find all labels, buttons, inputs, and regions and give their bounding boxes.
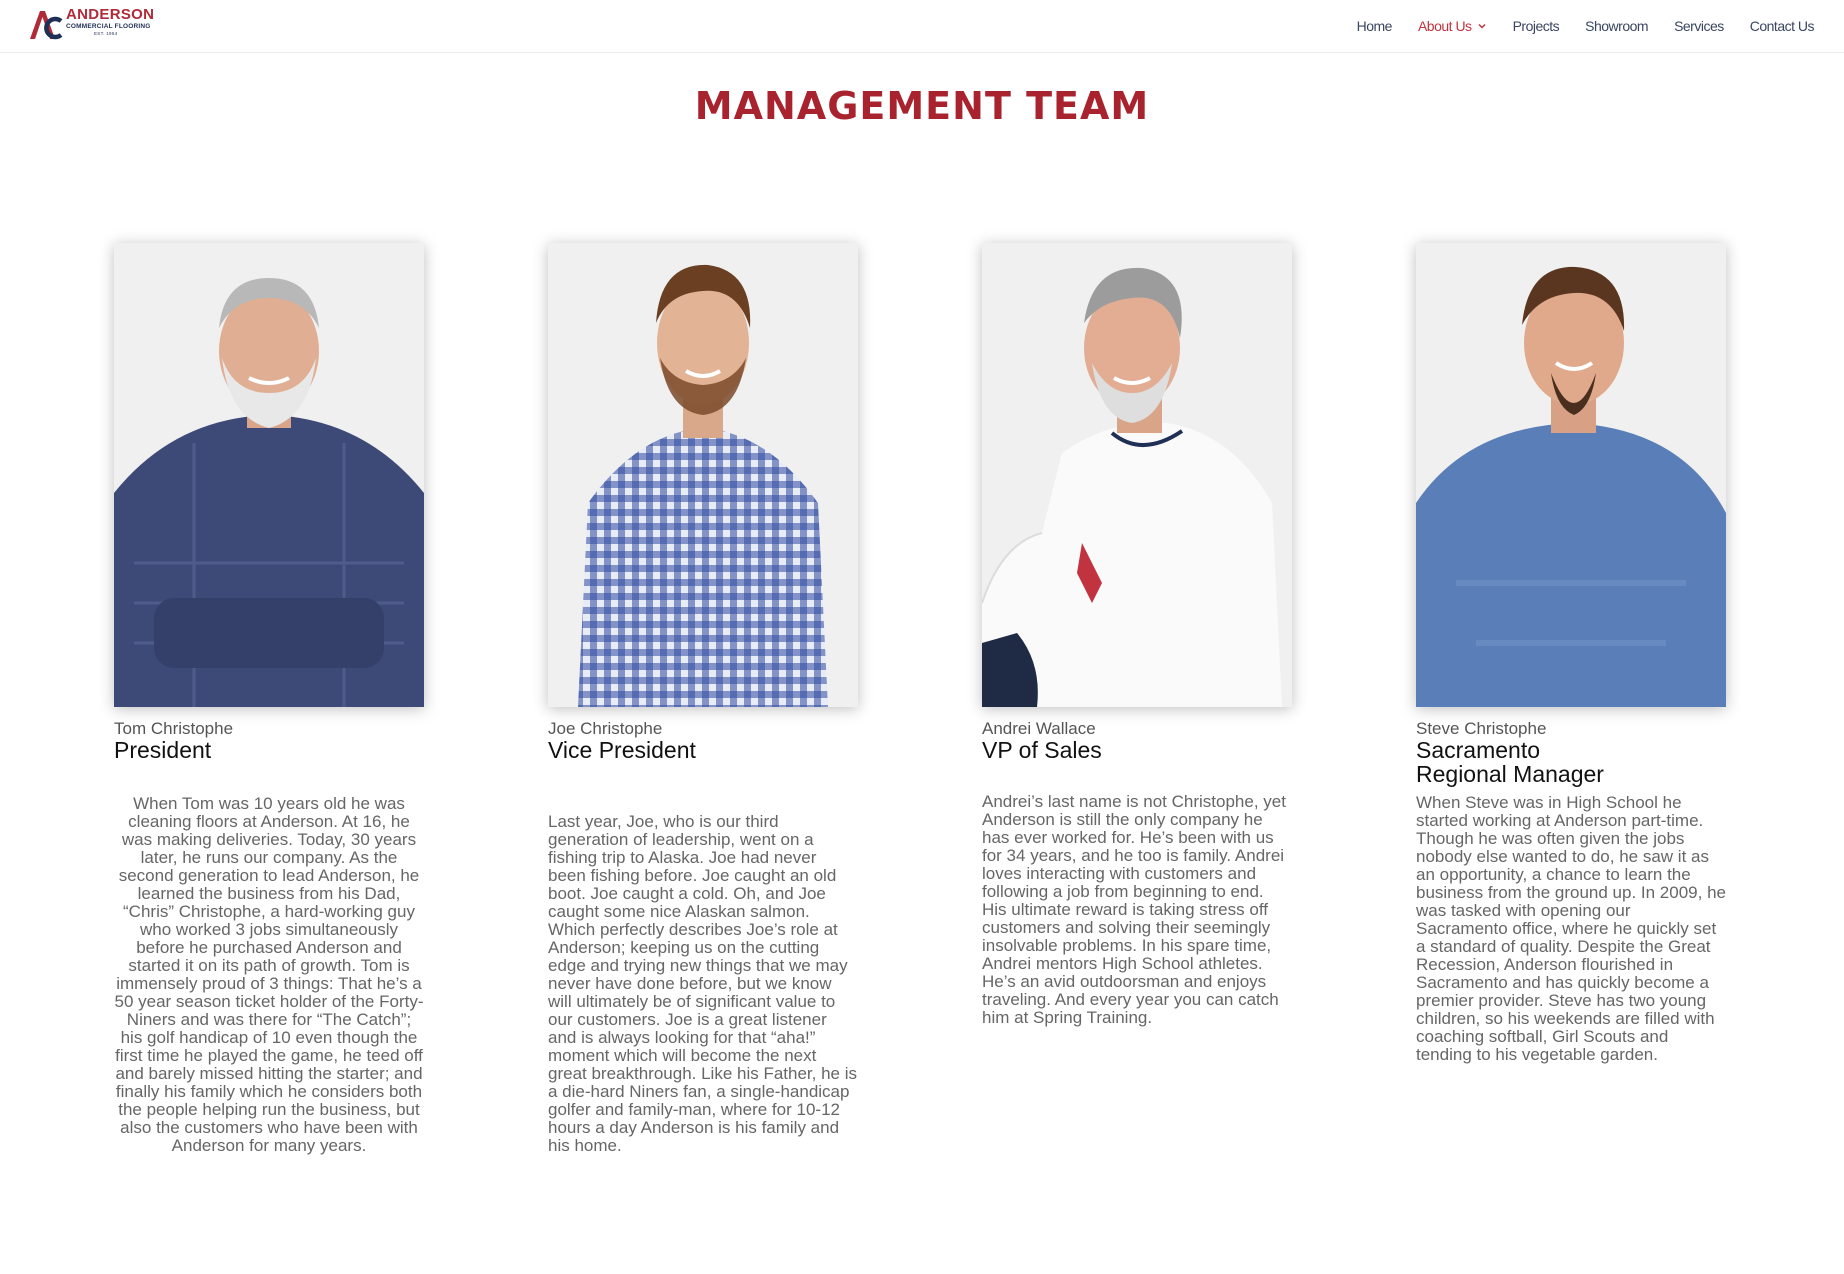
team-member-card: Joe Christophe Vice President Last year,… bbox=[548, 243, 858, 1155]
logo-established: EST. 1954 bbox=[94, 31, 118, 36]
chevron-down-icon bbox=[1478, 23, 1486, 29]
portrait-photo bbox=[1416, 243, 1726, 707]
nav-contact-us[interactable]: Contact Us bbox=[1749, 18, 1815, 34]
nav-services-label: Services bbox=[1674, 18, 1724, 34]
person-role: President bbox=[114, 737, 212, 763]
person-name: Andrei Wallace bbox=[982, 719, 1096, 738]
company-logo[interactable]: ANDERSON COMMERCIAL FLOORING EST. 1954 bbox=[28, 7, 154, 43]
nav-projects-label: Projects bbox=[1512, 18, 1560, 34]
person-name: Steve Christophe bbox=[1416, 719, 1547, 738]
portrait-photo bbox=[114, 243, 424, 707]
person-role-line-1: Sacramento bbox=[1416, 737, 1541, 763]
person-role: Vice President bbox=[548, 737, 696, 763]
nav-home-label: Home bbox=[1356, 18, 1393, 34]
person-portrait-icon bbox=[548, 243, 858, 707]
person-bio: Last year, Joe, who is our third generat… bbox=[548, 812, 858, 1155]
logo-text: ANDERSON COMMERCIAL FLOORING EST. 1954 bbox=[66, 7, 154, 37]
nav-showroom-label: Showroom bbox=[1585, 18, 1649, 34]
person-bio: Andrei’s last name is not Christophe, ye… bbox=[982, 792, 1286, 1027]
nav-home[interactable]: Home bbox=[1356, 18, 1393, 34]
nav-projects[interactable]: Projects bbox=[1513, 18, 1560, 34]
logo-mark-icon bbox=[30, 11, 63, 40]
nav-contact-us-label: Contact Us bbox=[1749, 18, 1815, 34]
person-portrait-icon bbox=[982, 243, 1292, 707]
team-member-card: Andrei Wallace VP of Sales Andrei’s last… bbox=[982, 243, 1292, 1027]
portrait-photo bbox=[982, 243, 1292, 707]
person-bio: When Tom was 10 years old he was cleanin… bbox=[114, 794, 424, 1155]
person-portrait-icon bbox=[114, 243, 424, 707]
team-member-card: Tom Christophe President When Tom was 10… bbox=[114, 243, 424, 1155]
person-bio: When Steve was in High School he started… bbox=[1416, 793, 1726, 1064]
nav-services[interactable]: Services bbox=[1674, 18, 1724, 34]
logo-subtitle: COMMERCIAL FLOORING bbox=[66, 23, 151, 30]
site-header: ANDERSON COMMERCIAL FLOORING EST. 1954 H… bbox=[0, 0, 1844, 52]
logo-name: ANDERSON bbox=[66, 6, 155, 23]
person-role: VP of Sales bbox=[982, 737, 1102, 763]
person-name: Tom Christophe bbox=[114, 719, 234, 738]
portrait-photo bbox=[548, 243, 858, 707]
nav-about-us-label: About Us bbox=[1417, 18, 1472, 34]
team-member-card: Steve Christophe Sacramento Regional Man… bbox=[1416, 243, 1726, 1064]
person-name: Joe Christophe bbox=[548, 719, 663, 738]
page-title: MANAGEMENT TEAM bbox=[694, 84, 1150, 128]
nav-showroom[interactable]: Showroom bbox=[1585, 18, 1648, 34]
person-portrait-icon bbox=[1416, 243, 1726, 707]
main-navigation: Home About Us Projects Showroom Services… bbox=[1356, 0, 1815, 52]
nav-about-us[interactable]: About Us bbox=[1418, 18, 1487, 34]
person-role-line-2: Regional Manager bbox=[1416, 761, 1604, 787]
